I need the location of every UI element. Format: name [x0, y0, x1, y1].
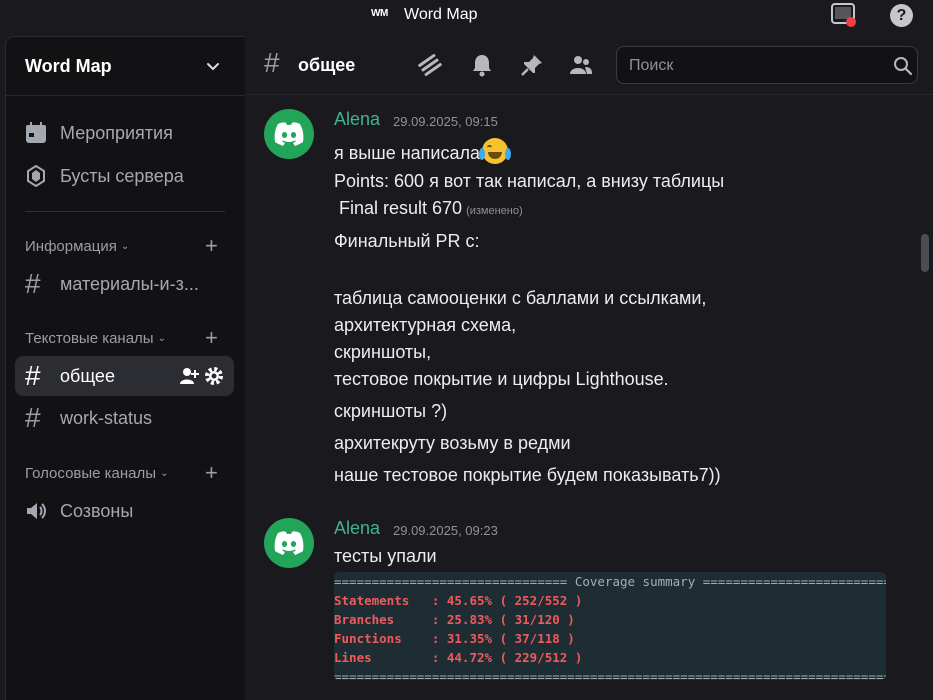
- message-text: я выше написала: [334, 143, 480, 163]
- sidebar-item-work-status[interactable]: # work-status: [15, 398, 234, 438]
- add-channel-icon[interactable]: +: [205, 327, 218, 349]
- window-title: Word Map: [404, 6, 478, 23]
- sidebar-item-label: Мероприятия: [60, 123, 173, 143]
- server-header[interactable]: Word Map: [6, 37, 245, 96]
- gear-icon[interactable]: [204, 366, 224, 386]
- hash-icon: #: [25, 360, 41, 391]
- discord-logo-icon: [274, 531, 304, 555]
- pin-icon[interactable]: [520, 53, 544, 77]
- hash-icon: #: [25, 268, 41, 299]
- message-line: скриншоты,: [334, 342, 432, 362]
- message-timestamp: 29.09.2025, 09:15: [393, 114, 498, 129]
- channel-title: общее: [298, 55, 356, 75]
- invite-user-icon[interactable]: [179, 366, 199, 386]
- message-line: тестовое покрытие и цифры Lighthouse.: [334, 369, 669, 389]
- sidebar-item-label: материалы-и-з...: [60, 274, 199, 294]
- help-icon[interactable]: ?: [890, 4, 913, 27]
- code-line: Branches : 25.83% ( 31/120 ): [334, 612, 575, 627]
- category-label: Голосовые каналы: [25, 465, 157, 482]
- inbox-icon[interactable]: [831, 3, 857, 27]
- message-text: Final result 670: [334, 198, 463, 218]
- joy-emoji-icon: [478, 138, 511, 164]
- message-author[interactable]: Alena: [334, 109, 380, 130]
- category-text-channels[interactable]: Текстовые каналы ⌄: [25, 330, 166, 347]
- channel-header: # общее: [245, 36, 933, 95]
- message-line: наше тестовое покрытие будем показывать7…: [334, 465, 721, 485]
- edited-label: (изменено): [466, 205, 523, 217]
- server-sidebar: Word Map Мероприятия Бусты сервера Инфор…: [5, 36, 245, 700]
- chevron-down-icon: ⌄: [160, 468, 169, 479]
- sidebar-item-calls[interactable]: Созвоны: [15, 491, 234, 531]
- message-line: архитектурная схема,: [334, 315, 517, 335]
- message-line: Финальный PR с:: [334, 231, 480, 251]
- category-label: Информация: [25, 238, 117, 255]
- sidebar-item-label: Созвоны: [60, 501, 134, 521]
- speaker-icon: [27, 503, 46, 519]
- sidebar-item-label: work-status: [60, 408, 153, 428]
- message-timestamp: 29.09.2025, 09:23: [393, 523, 498, 538]
- category-info[interactable]: Информация ⌄: [25, 238, 129, 255]
- sidebar-item-events[interactable]: Мероприятия: [15, 113, 234, 153]
- member-list-icon[interactable]: [569, 53, 593, 77]
- message-line: я выше написала: [334, 138, 511, 164]
- bell-icon[interactable]: [470, 53, 494, 77]
- sidebar-item-label: Бусты сервера: [60, 166, 184, 186]
- server-name: Word Map: [25, 56, 112, 76]
- search-input[interactable]: [627, 55, 881, 77]
- sidebar-item-general[interactable]: # общее: [15, 356, 234, 396]
- hash-icon: #: [25, 402, 41, 433]
- scrollbar-thumb[interactable]: [921, 234, 929, 272]
- search-box[interactable]: [616, 46, 918, 84]
- sidebar-divider: [25, 211, 225, 212]
- message-line: архитекруту возьму в редми: [334, 433, 571, 453]
- sidebar-item-boosts[interactable]: Бусты сервера: [15, 156, 234, 196]
- threads-icon[interactable]: [418, 53, 442, 77]
- sidebar-item-materials[interactable]: # материалы-и-з...: [15, 264, 234, 304]
- app-badge: WM: [371, 8, 388, 19]
- category-label: Текстовые каналы: [25, 330, 154, 347]
- message-line: Points: 600 я вот так написал, а внизу т…: [334, 171, 725, 191]
- code-line: Statements : 45.65% ( 252/552 ): [334, 593, 583, 608]
- code-line: Functions : 31.35% ( 37/118 ): [334, 631, 575, 646]
- discord-logo-icon: [274, 122, 304, 146]
- title-bar: WM Word Map ?: [0, 0, 933, 32]
- boost-icon: [27, 165, 45, 187]
- code-line: =============================== Coverage…: [334, 574, 886, 589]
- message-line: Final result 670 (изменено): [334, 198, 523, 219]
- code-line: ========================================…: [334, 669, 886, 680]
- add-channel-icon[interactable]: +: [205, 462, 218, 484]
- message-list: Alena 29.09.2025, 09:15 я выше написала …: [245, 95, 933, 699]
- avatar[interactable]: [264, 518, 314, 568]
- code-block: =============================== Coverage…: [334, 572, 886, 680]
- code-line: Lines : 44.72% ( 229/512 ): [334, 650, 583, 665]
- add-channel-icon[interactable]: +: [205, 235, 218, 257]
- category-voice-channels[interactable]: Голосовые каналы ⌄: [25, 465, 168, 482]
- message-author[interactable]: Alena: [334, 518, 380, 539]
- message-line: скриншоты ?): [334, 401, 448, 421]
- hash-icon: #: [264, 47, 280, 78]
- chevron-down-icon: ⌄: [120, 241, 130, 252]
- avatar[interactable]: [264, 109, 314, 159]
- sidebar-item-label: общее: [60, 366, 115, 386]
- chevron-down-icon: ⌄: [157, 333, 166, 344]
- chevron-down-icon: [207, 63, 219, 71]
- message-line: таблица самооценки с баллами и ссылками,: [334, 288, 707, 308]
- calendar-icon: [26, 122, 46, 143]
- message-line: тесты упали: [334, 546, 437, 566]
- search-icon: [894, 57, 913, 76]
